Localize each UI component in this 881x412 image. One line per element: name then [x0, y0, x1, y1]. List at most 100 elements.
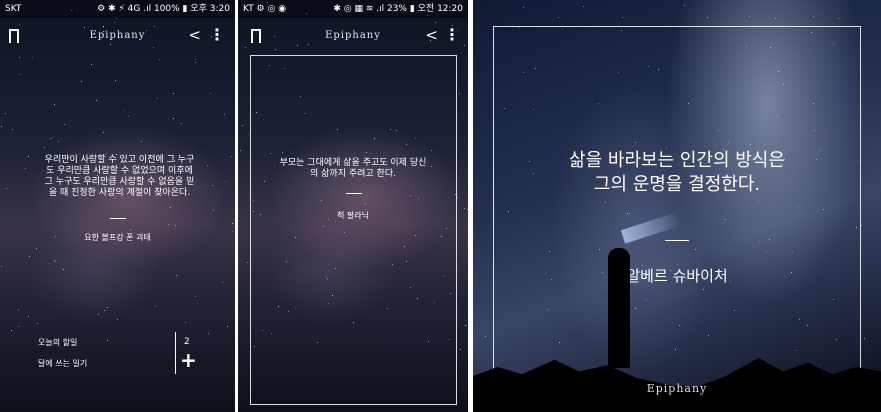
star-decoration [29, 256, 30, 257]
star-decoration [104, 310, 105, 311]
star-decoration [240, 150, 241, 151]
menu-item-diary[interactable]: 달에 쓰는 일기 [38, 358, 87, 369]
star-decoration [1, 126, 2, 127]
star-decoration [18, 309, 19, 310]
star-decoration [212, 185, 213, 186]
star-decoration [168, 224, 169, 225]
quote-line-1: 삶을 바라보는 인간의 방식은 [569, 150, 785, 171]
footer-logo: Epiphany [646, 382, 708, 395]
star-decoration [707, 17, 708, 18]
star-decoration [225, 181, 226, 182]
quote-frame [250, 55, 457, 405]
star-decoration [213, 210, 214, 211]
star-decoration [173, 118, 174, 119]
star-decoration [103, 132, 104, 133]
star-decoration [28, 156, 29, 157]
star-decoration [50, 138, 51, 139]
star-decoration [52, 137, 53, 138]
star-decoration [222, 282, 223, 283]
star-decoration [11, 330, 12, 331]
star-decoration [460, 349, 461, 350]
count-badge: 2 [184, 337, 190, 347]
star-decoration [464, 208, 465, 209]
star-decoration [155, 306, 156, 307]
star-decoration [96, 100, 97, 101]
star-decoration [622, 17, 623, 18]
star-decoration [485, 336, 486, 337]
star-decoration [684, 5, 685, 6]
quote-author: 척 팔라닉 [337, 211, 369, 220]
add-icon[interactable]: + [180, 348, 197, 372]
star-decoration [176, 275, 177, 276]
star-decoration [81, 81, 82, 82]
more-options-icon[interactable]: ⋮ [209, 25, 225, 44]
star-decoration [19, 57, 20, 58]
star-decoration [242, 125, 243, 126]
star-decoration [32, 57, 33, 58]
star-decoration [20, 74, 21, 75]
share-icon[interactable]: < [188, 26, 201, 44]
star-decoration [159, 59, 160, 60]
quote-line-2: 그의 운명을 결정한다. [593, 174, 761, 195]
screen-1: SKT ⚙ ✱ ⚡ 4G .ıl 100% ▮ 오후 3:20 Epiphany… [0, 0, 235, 412]
star-decoration [115, 80, 116, 81]
star-decoration [116, 18, 117, 19]
star-decoration [775, 18, 776, 19]
star-decoration [28, 316, 29, 317]
star-decoration [54, 104, 55, 105]
star-decoration [25, 168, 26, 169]
star-decoration [457, 197, 458, 198]
star-decoration [231, 156, 232, 157]
star-decoration [224, 114, 225, 115]
star-decoration [749, 16, 750, 17]
person-silhouette [608, 248, 630, 368]
star-decoration [5, 113, 6, 114]
more-options-icon[interactable]: ⋮ [444, 25, 460, 44]
star-decoration [36, 248, 37, 249]
star-decoration [864, 338, 865, 339]
quote-author: 요한 볼프강 폰 괴테 [84, 233, 151, 242]
star-decoration [838, 18, 839, 19]
star-decoration [124, 110, 125, 111]
star-decoration [18, 326, 19, 327]
star-decoration [128, 116, 129, 117]
screen-2: KT ⚙ ◎ ◉ ✱ ◎ ▦ ≋ .ıl 23% ▮ 오전 12:20 Epip… [238, 0, 468, 412]
star-decoration [107, 307, 108, 308]
star-decoration [195, 59, 196, 60]
star-decoration [185, 322, 186, 323]
status-bar: KT ⚙ ◎ ◉ ✱ ◎ ▦ ≋ .ıl 23% ▮ 오전 12:20 [238, 0, 468, 18]
quote-divider [110, 218, 126, 219]
star-decoration [523, 7, 524, 8]
star-decoration [558, 17, 559, 18]
quote-divider [665, 240, 689, 241]
star-decoration [173, 93, 174, 94]
star-decoration [91, 64, 92, 65]
star-decoration [44, 147, 45, 148]
star-decoration [157, 98, 158, 99]
star-decoration [232, 223, 233, 224]
app-bar: Epiphany < ⋮ [238, 22, 468, 52]
quote-text: 우리만이 사랑할 수 있고 이전에 그 누구도 우리만큼 사랑할 수 없었으며 … [44, 155, 195, 198]
star-decoration [58, 141, 59, 142]
quote-divider [346, 193, 362, 194]
star-decoration [181, 123, 182, 124]
star-decoration [813, 16, 814, 17]
quote-frame [493, 26, 861, 393]
star-decoration [195, 62, 196, 63]
star-decoration [247, 262, 248, 263]
star-decoration [6, 188, 7, 189]
star-decoration [207, 165, 208, 166]
share-icon[interactable]: < [425, 26, 438, 44]
star-decoration [248, 134, 249, 135]
star-decoration [37, 323, 38, 324]
star-decoration [208, 333, 209, 334]
star-decoration [64, 124, 65, 125]
quote-text: 부모는 그대에게 삶을 주고도 이제 당신의 삶까지 주려고 한다. [279, 158, 427, 179]
menu-item-todo[interactable]: 오늘의 할일 [38, 337, 77, 348]
star-decoration [63, 269, 64, 270]
carrier-label: SKT [5, 4, 22, 14]
star-decoration [170, 207, 171, 208]
star-decoration [55, 261, 56, 262]
star-decoration [130, 229, 131, 230]
star-decoration [98, 314, 99, 315]
